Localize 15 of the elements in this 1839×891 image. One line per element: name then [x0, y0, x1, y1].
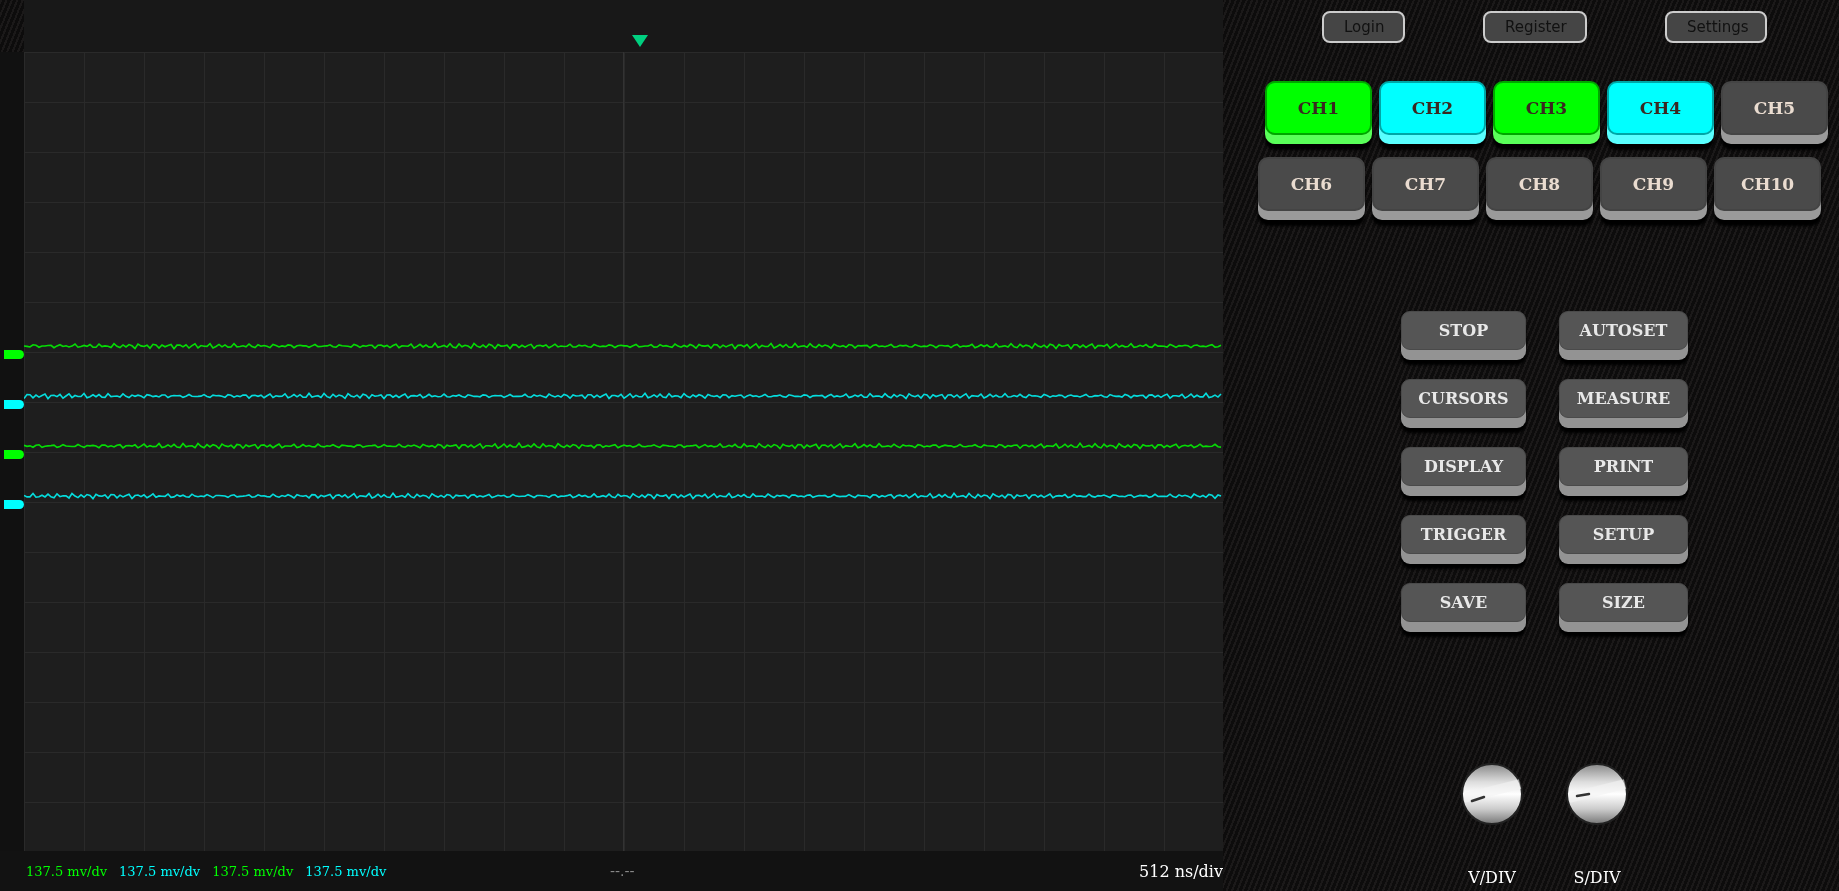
timebase-label: 512 ns/div: [1139, 861, 1223, 881]
rotary-knob[interactable]: [1460, 762, 1524, 826]
knob-label: V/DIV: [1468, 868, 1516, 887]
knob-label: S/DIV: [1573, 868, 1621, 887]
channel-marker[interactable]: [4, 500, 24, 509]
channel-marker[interactable]: [4, 400, 24, 409]
volts-per-div-label: 137.5 mv/dv: [26, 863, 108, 879]
channel-marker[interactable]: [4, 350, 24, 359]
trigger-marker-icon[interactable]: [632, 35, 648, 47]
rotary-knob[interactable]: [1565, 762, 1629, 826]
channel-marker[interactable]: [4, 450, 24, 459]
cursor-readout: --.--: [610, 863, 635, 879]
volts-per-div-label: 137.5 mv/dv: [212, 863, 294, 879]
volts-per-div-label: 137.5 mv/dv: [119, 863, 201, 879]
volts-per-div-label: 137.5 mv/dv: [305, 863, 387, 879]
